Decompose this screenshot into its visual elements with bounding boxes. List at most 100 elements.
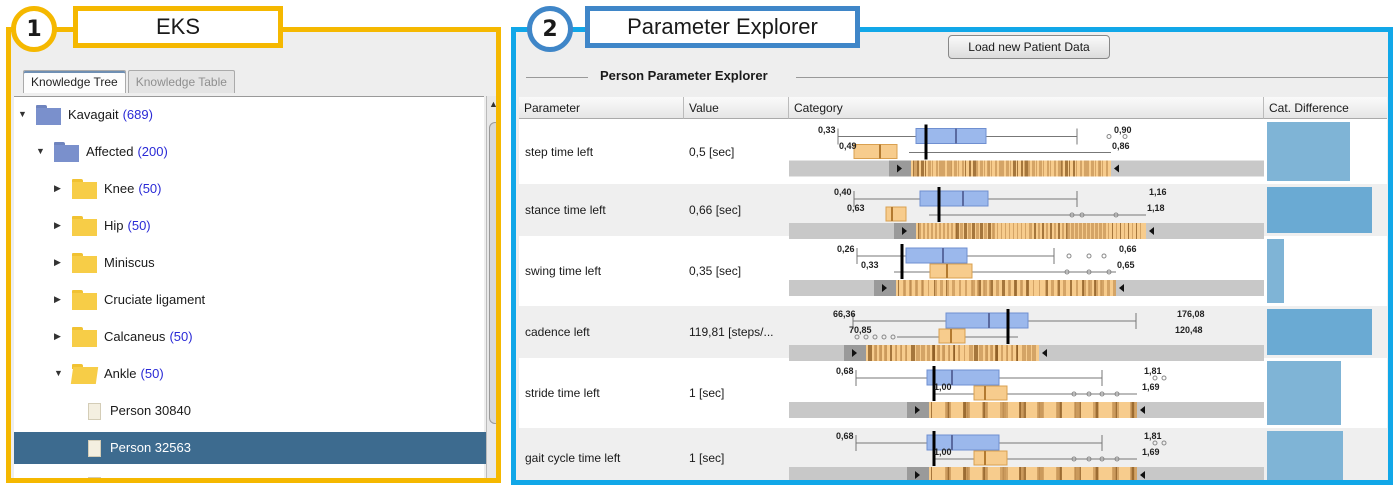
boxplot-label-min-top: 0,40 — [834, 187, 852, 197]
table-row[interactable]: stance time left 0,66 [sec] 0,40 0,63 1,16 1,… — [519, 184, 1387, 239]
expanded-caret-icon[interactable]: ▼ — [36, 146, 45, 156]
distribution-tick — [951, 160, 952, 177]
collapsed-caret-icon[interactable]: ▶ — [54, 220, 61, 231]
distribution-tick — [936, 160, 938, 177]
distribution-tick — [1043, 160, 1044, 177]
category-box — [973, 450, 1008, 466]
outlier — [1161, 375, 1167, 381]
distribution-tick — [928, 280, 929, 296]
boxplot-label-min-bottom: 1,00 — [934, 382, 952, 392]
tree-item-text: Knee — [104, 181, 135, 196]
tree-item[interactable]: ▶ Hip (50) — [14, 210, 486, 242]
boxplot-svg — [789, 124, 1264, 177]
boxplot-label-max-top: 1,81 — [1144, 366, 1162, 376]
distribution-tick — [1088, 280, 1090, 296]
collapsed-caret-icon[interactable]: ▶ — [54, 257, 61, 268]
category-boxplot[interactable]: 0,26 0,33 0,66 0,65 — [789, 236, 1264, 306]
distribution-tick — [983, 280, 985, 296]
column-header-parameter[interactable]: Parameter — [519, 97, 684, 119]
distribution-tick — [1046, 280, 1048, 296]
section-divider — [526, 77, 588, 78]
category-boxplot[interactable]: 0,33 0,49 0,90 0,86 — [789, 119, 1264, 184]
outlier — [1101, 253, 1107, 259]
distribution-tick — [965, 160, 966, 177]
tree-item[interactable]: Person 32563 — [14, 432, 486, 464]
eks-panel: Knowledge Tree Knowledge Table ▼ Kavagait… — [6, 27, 501, 483]
column-header-category[interactable]: Category — [789, 97, 1264, 119]
column-header-value[interactable]: Value — [684, 97, 789, 119]
boxplot-label-min-top: 0,68 — [836, 366, 854, 376]
distribution-tick — [1039, 160, 1042, 177]
distribution-tick — [977, 280, 979, 296]
distribution-tick — [1102, 160, 1103, 177]
tree-item-count: (50) — [127, 218, 151, 233]
tree-item-label: Person 32563 — [110, 440, 191, 455]
category-boxplot[interactable]: 66,36 70,85 176,08 120,48 — [789, 306, 1264, 361]
distribution-tick — [1094, 402, 1096, 418]
expanded-caret-icon[interactable]: ▼ — [54, 368, 63, 378]
tree-item[interactable]: ▶ Calcaneus (50) — [14, 321, 486, 353]
distribution-tick — [940, 160, 943, 177]
distribution-tick — [1112, 402, 1114, 418]
table-row[interactable]: step time left 0,5 [sec] 0,33 0,49 0,90 0,86 — [519, 119, 1387, 184]
tree-item[interactable]: ▶ Cruciate ligament — [14, 284, 486, 316]
distribution-tick — [1045, 280, 1046, 296]
distribution-tick — [1094, 280, 1096, 296]
outlier — [1161, 440, 1167, 446]
tree-item[interactable]: ▼ Affected (200) — [14, 136, 486, 168]
collapsed-caret-icon[interactable]: ▶ — [54, 183, 61, 194]
distribution-tick — [1130, 402, 1132, 418]
column-header-cat-difference[interactable]: Cat. Difference — [1264, 97, 1387, 119]
tree-item[interactable]: Person 15737 — [14, 469, 486, 478]
expanded-caret-icon[interactable]: ▼ — [18, 109, 27, 119]
tree-item-text: Person 32563 — [110, 440, 191, 455]
parameter-table: Parameter Value Category Cat. Difference… — [519, 97, 1387, 480]
boxplot-label-max-top: 0,90 — [1114, 124, 1132, 135]
category-boxplot[interactable]: 0,68 1,00 1,81 1,69 — [789, 428, 1264, 480]
table-row[interactable]: swing time left 0,35 [sec] 0,26 0,33 0,66 0,6… — [519, 236, 1387, 306]
category-box — [973, 385, 1008, 401]
scrollbar-thumb[interactable] — [489, 122, 496, 424]
tree-item[interactable]: ▶ Knee (50) — [14, 173, 486, 205]
tree-item[interactable]: ▶ Miniscus — [14, 247, 486, 279]
distribution-tick — [1021, 160, 1023, 177]
distribution-tick — [1010, 160, 1011, 177]
tree-item[interactable]: ▼ Ankle (50) — [14, 358, 486, 390]
load-patient-data-button[interactable]: Load new Patient Data — [948, 35, 1110, 59]
tree-scrollbar[interactable]: ▲ — [486, 96, 496, 478]
tree-item-label: Affected (200) — [86, 144, 168, 159]
tree-item-text: Kavagait — [68, 107, 119, 122]
collapsed-caret-icon[interactable]: ▶ — [54, 331, 61, 342]
distribution-tick — [1076, 280, 1078, 296]
boxplot-label-max-bottom: 1,18 — [1147, 203, 1165, 213]
distribution-tick — [1052, 280, 1054, 296]
table-row[interactable]: gait cycle time left 1 [sec] 0,68 1,00 1,81 1… — [519, 428, 1387, 480]
boxplot-label-min-bottom: 0,33 — [861, 260, 879, 270]
distribution-tick — [1017, 160, 1018, 177]
scroll-up-icon[interactable]: ▲ — [489, 99, 496, 109]
boxplot-label-max-bottom: 1,69 — [1142, 447, 1160, 457]
table-row[interactable]: stride time left 1 [sec] 0,68 1,00 1,81 1,69 — [519, 358, 1387, 428]
tree-item-label: Knee (50) — [104, 181, 162, 196]
collapsed-caret-icon[interactable]: ▶ — [54, 294, 61, 305]
tree-item-text: Person 15737 — [110, 477, 191, 478]
boxplot-label-min-bottom: 1,00 — [934, 447, 952, 457]
tree-item[interactable]: Person 30840 — [14, 395, 486, 427]
distribution-tick — [1054, 160, 1056, 177]
tree-item-count: (50) — [169, 329, 193, 344]
distribution-tick — [1037, 467, 1039, 480]
distribution-tick — [1093, 467, 1094, 480]
boxplot-label-max-bottom: 120,48 — [1175, 325, 1203, 335]
category-boxplot[interactable]: 0,40 0,63 1,16 1,18 — [789, 184, 1264, 239]
distribution-tick — [946, 280, 947, 296]
tab-knowledge-tree[interactable]: Knowledge Tree — [23, 70, 126, 93]
table-row[interactable]: cadence left 119,81 [steps/... 66,36 70,85 1… — [519, 306, 1387, 361]
section-divider — [796, 77, 1388, 78]
tab-knowledge-table[interactable]: Knowledge Table — [127, 70, 235, 93]
tree-item[interactable]: ▼ Kavagait (689) — [14, 99, 486, 131]
distribution-tick — [1014, 280, 1017, 296]
category-boxplot[interactable]: 0,68 1,00 1,81 1,69 — [789, 358, 1264, 428]
distribution-tick — [1080, 160, 1082, 177]
boxplot-svg — [789, 244, 1264, 296]
outlier — [863, 334, 869, 340]
